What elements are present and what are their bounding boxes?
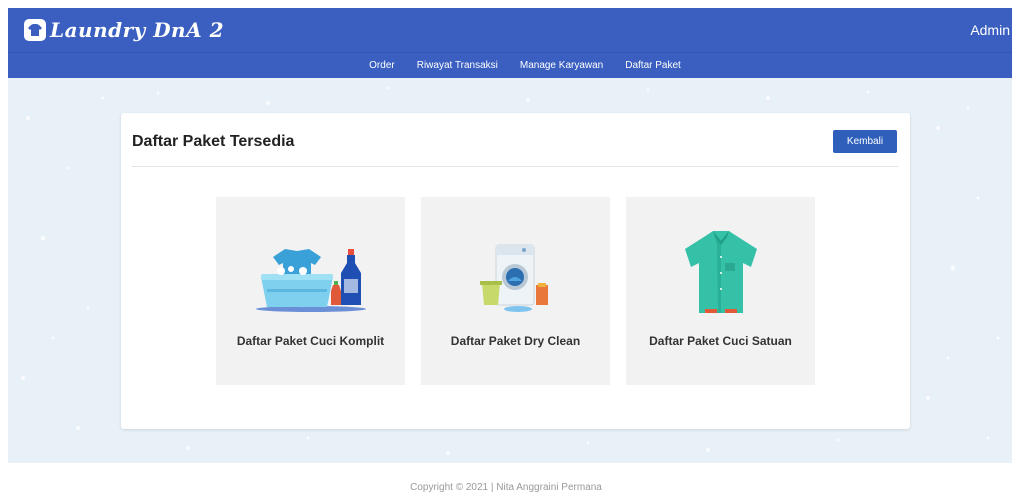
nav-daftar-paket[interactable]: Daftar Paket	[625, 60, 681, 71]
divider	[132, 166, 898, 167]
user-menu[interactable]: Admin	[970, 22, 1010, 38]
app-title: Laundry DnA 2	[50, 18, 224, 42]
nav-riwayat-transaksi[interactable]: Riwayat Transaksi	[417, 60, 498, 71]
main-nav: Order Riwayat Transaksi Manage Karyawan …	[8, 52, 1012, 78]
nav-manage-karyawan[interactable]: Manage Karyawan	[520, 60, 603, 71]
nav-order[interactable]: Order	[369, 60, 395, 71]
package-cuci-komplit[interactable]: Daftar Paket Cuci Komplit	[216, 197, 405, 385]
package-card: Daftar Paket Tersedia Kembali Daftar Pak…	[121, 113, 910, 429]
app-logo[interactable]: Laundry DnA 2	[24, 18, 224, 42]
laundry-basin-icon	[256, 249, 366, 312]
package-label: Daftar Paket Dry Clean	[450, 334, 581, 348]
package-dry-clean[interactable]: Daftar Paket Dry Clean	[421, 197, 610, 385]
shirt-logo-icon	[24, 19, 46, 41]
package-label: Daftar Paket Cuci Komplit	[236, 334, 385, 348]
page-title: Daftar Paket Tersedia	[132, 133, 295, 150]
back-button[interactable]: Kembali	[833, 130, 897, 153]
washing-machine-icon	[480, 244, 548, 312]
package-cuci-satuan[interactable]: Daftar Paket Cuci Satuan	[626, 197, 815, 385]
top-bar: Laundry DnA 2 Admin	[8, 8, 1012, 52]
shirt-icon	[685, 231, 757, 313]
package-label: Daftar Paket Cuci Satuan	[649, 334, 792, 348]
footer-copyright: Copyright © 2021 | Nita Anggraini Perman…	[410, 482, 602, 493]
page-frame: Laundry DnA 2 Admin Order Riwayat Transa…	[8, 8, 1012, 463]
